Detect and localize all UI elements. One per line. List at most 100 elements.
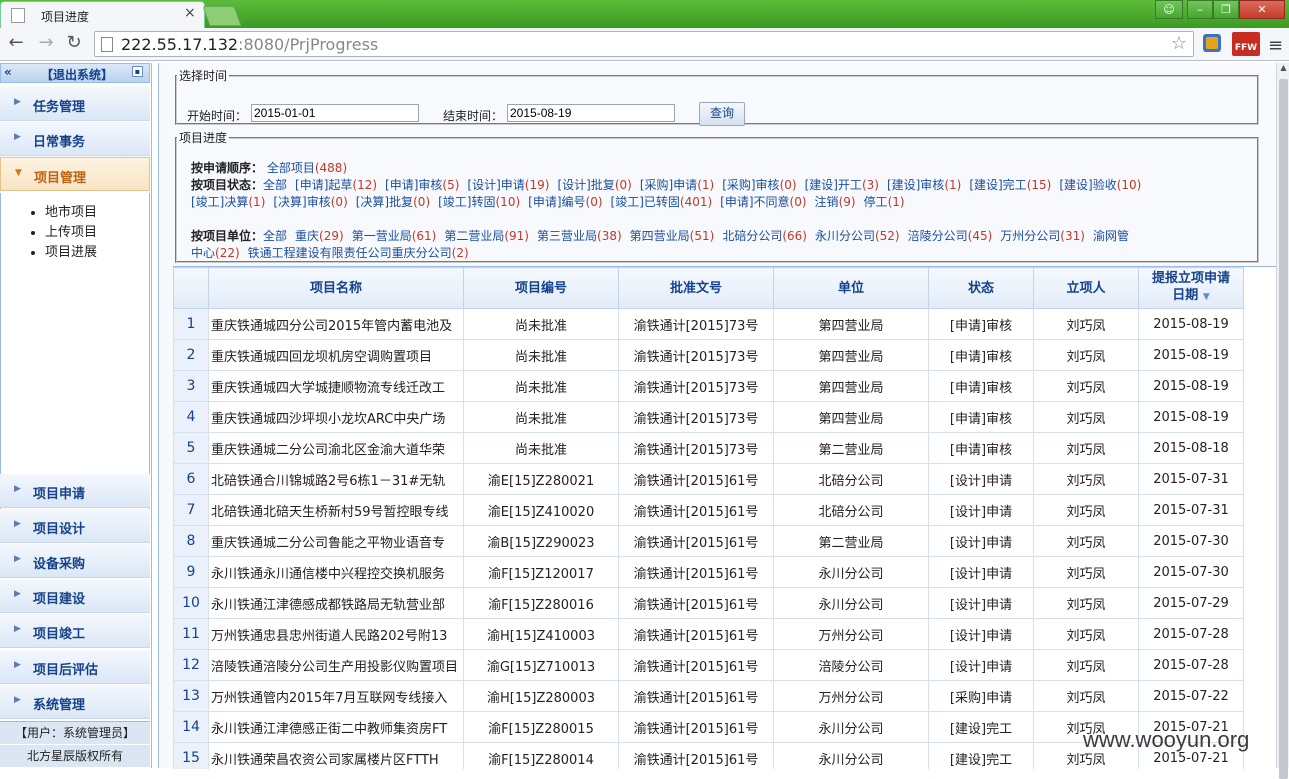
menu-project-construction[interactable]: ▶ 项目建设 [0,579,150,613]
submenu-item-project-progress[interactable]: 项目进展 [45,243,149,263]
filter-link[interactable]: [采购]申请(1) [640,178,714,192]
table-row[interactable]: 3 重庆铁通城四大学城捷顺物流专线迁改工 尚未批准 渝铁通计[2015]73号 第四营业… [173,370,1244,402]
filter-link[interactable]: [决算]批复(0) [356,195,430,209]
header-approval-doc[interactable]: 批准文号 [618,267,774,309]
logout-link[interactable]: 【退出系统】 [41,66,113,83]
filter-link[interactable]: [采购]审核(0) [722,178,796,192]
filter-link[interactable]: [建设]开工(3) [805,178,879,192]
filter-link[interactable]: [申请]审核(5) [385,178,459,192]
maximize-button[interactable]: ❐ [1213,0,1239,19]
filter-link[interactable]: 渝网管 [1093,229,1129,243]
filter-link[interactable]: 全部 [263,178,287,192]
close-window-button[interactable]: ✕ [1239,0,1285,19]
menu-daily-affairs[interactable]: ▶ 日常事务 [0,122,150,156]
scroll-up-icon[interactable]: ▲ [1277,63,1289,77]
header-unit[interactable]: 单位 [773,267,929,309]
filter-link[interactable]: 北碚分公司(66) [722,229,807,243]
browser-menu-icon[interactable]: ≡ [1268,35,1283,56]
table-row[interactable]: 11 万州铁通忠县忠州街道人民路202号附13 渝H[15]Z410003 渝铁通计[… [173,618,1244,650]
filter-link[interactable]: 中心(22) [191,246,240,260]
extension-icon[interactable] [1203,34,1221,52]
filter-link[interactable]: 第二营业局(91) [444,229,529,243]
filter-link-count: (1) [887,195,905,209]
url-path: :8080/PrjProgress [238,35,379,54]
menu-equipment-purchase[interactable]: ▶ 设备采购 [0,544,150,578]
browser-tab[interactable]: 项目进度 × [0,1,205,28]
filter-link[interactable]: [申请]起草(12) [295,178,377,192]
menu-project-design[interactable]: ▶ 项目设计 [0,509,150,543]
filter-link[interactable]: 万州分公司(31) [1000,229,1085,243]
filter-link[interactable]: [竣工]决算(1) [191,195,265,209]
filter-link[interactable]: [设计]批复(0) [557,178,631,192]
table-row[interactable]: 12 涪陵铁通涪陵分公司生产用投影仪购置项目 渝G[15]Z710013 渝铁通计[2… [173,649,1244,681]
url-text[interactable]: 222.55.17.132:8080/PrjProgress [121,35,378,54]
filter-link[interactable]: [设计]申请(19) [467,178,549,192]
pin-icon[interactable]: ▪ [132,66,143,77]
filter-link[interactable]: 第一营业局(61) [352,229,437,243]
table-row[interactable]: 4 重庆铁通城四沙坪坝小龙坎ARC中央广场 尚未批准 渝铁通计[2015]73号 第四营… [173,401,1244,433]
forward-arrow-icon[interactable]: → [36,33,56,53]
menu-project-completion[interactable]: ▶ 项目竣工 [0,614,150,648]
end-date-input[interactable] [507,104,675,122]
scroll-thumb[interactable] [1279,79,1288,779]
menu-system-management[interactable]: ▶ 系统管理 [0,685,150,719]
filter-link[interactable]: [建设]审核(1) [887,178,961,192]
filter-link[interactable]: 重庆(29) [295,229,344,243]
header-status[interactable]: 状态 [928,267,1034,309]
table-row[interactable]: 8 重庆铁通城二分公司鲁能之平物业语音专 渝B[15]Z290023 渝铁通计[201… [173,525,1244,557]
table-row[interactable]: 1 重庆铁通城四分公司2015年管内蓄电池及 尚未批准 渝铁通计[2015]73号 第四… [173,308,1244,340]
start-date-label: 开始时间： [187,109,248,123]
table-row[interactable]: 2 重庆铁通城四回龙坝机房空调购置项目 尚未批准 渝铁通计[2015]73号 第四营业局… [173,339,1244,371]
menu-task-management[interactable]: ▶ 任务管理 [0,87,150,121]
filter-link[interactable]: [申请]编号(0) [528,195,602,209]
start-date-input[interactable] [251,104,419,122]
submenu-item-city-projects[interactable]: 地市项目 [45,203,149,223]
menu-project-application[interactable]: ▶ 项目申请 [0,474,150,508]
header-date[interactable]: 提报立项申请 日期 ▼ [1138,267,1244,309]
header-project-name[interactable]: 项目名称 [208,267,464,309]
header-project-code[interactable]: 项目编号 [463,267,619,309]
address-bar[interactable]: 222.55.17.132:8080/PrjProgress ☆ [94,31,1194,57]
filter-link[interactable]: 涪陵分公司(45) [908,229,993,243]
filter-link[interactable]: [建设]完工(15) [969,178,1051,192]
filter-link[interactable]: [决算]审核(0) [273,195,347,209]
filter-link[interactable]: 第三营业局(38) [537,229,622,243]
filter-link-text: [决算]批复 [355,195,414,209]
table-row[interactable]: 9 永川铁通永川通信楼中兴程控交换机服务 渝F[15]Z120017 渝铁通计[201… [173,556,1244,588]
filter-link[interactable]: [竣工]已转固(401) [611,195,713,209]
table-row[interactable]: 10 永川铁通江津德感成都铁路局无轨营业部 渝F[15]Z280016 渝铁通计[20… [173,587,1244,619]
filter-link-count: (61) [411,229,437,243]
filter-link[interactable]: [竣工]转固(10) [438,195,520,209]
project-code-cell: 尚未批准 [463,370,619,402]
filter-link[interactable]: [建设]验收(10) [1059,178,1141,192]
table-row[interactable]: 7 北碚铁通北碚天生桥新村59号暂控眼专线 渝E[15]Z410020 渝铁通计[20… [173,494,1244,526]
filter-link[interactable]: 全部项目(488) [267,161,347,175]
table-row[interactable]: 6 北碚铁通合川锦城路2号6栋1－31#无轨 渝E[15]Z280021 渝铁通计[2… [173,463,1244,495]
menu-project-management[interactable]: ▼ 项目管理 [0,157,150,191]
minimize-button[interactable]: – [1187,0,1213,19]
vertical-scrollbar[interactable]: ▲ [1276,63,1289,779]
page-icon [101,37,113,52]
query-button[interactable]: 查询 [699,102,745,126]
copyright: 北方星辰版权所有 [0,745,150,767]
user-icon[interactable]: ☺ [1155,0,1183,19]
ffw-extension-icon[interactable]: FFW [1232,32,1260,56]
table-row[interactable]: 13 万州铁通管内2015年7月互联网专线接入 渝H[15]Z280003 渝铁通计[… [173,680,1244,712]
back-arrow-icon[interactable]: ← [6,33,26,53]
collapse-icon[interactable]: « [4,65,12,79]
reload-icon[interactable]: ↻ [64,33,84,53]
table-row[interactable]: 5 重庆铁通城二分公司渝北区金渝大道华荣 尚未批准 渝铁通计[2015]73号 第二营业… [173,432,1244,464]
filter-link[interactable]: 全部 [263,229,287,243]
filter-link[interactable]: 注销(9) [815,195,856,209]
filter-link[interactable]: [申请]不同意(0) [720,195,806,209]
filter-link[interactable]: 第四营业局(51) [630,229,715,243]
close-icon[interactable]: × [184,5,196,21]
menu-post-evaluation[interactable]: ▶ 项目后评估 [0,650,150,684]
filter-link[interactable]: 永川分公司(52) [815,229,900,243]
header-applicant[interactable]: 立项人 [1033,267,1139,309]
bookmark-star-icon[interactable]: ☆ [1171,33,1187,54]
submenu-item-upload-projects[interactable]: 上传项目 [45,223,149,243]
new-tab-button[interactable] [202,6,242,26]
filter-link[interactable]: 停工(1) [864,195,905,209]
filter-link[interactable]: 铁通工程建设有限责任公司重庆分公司(2) [248,246,469,260]
